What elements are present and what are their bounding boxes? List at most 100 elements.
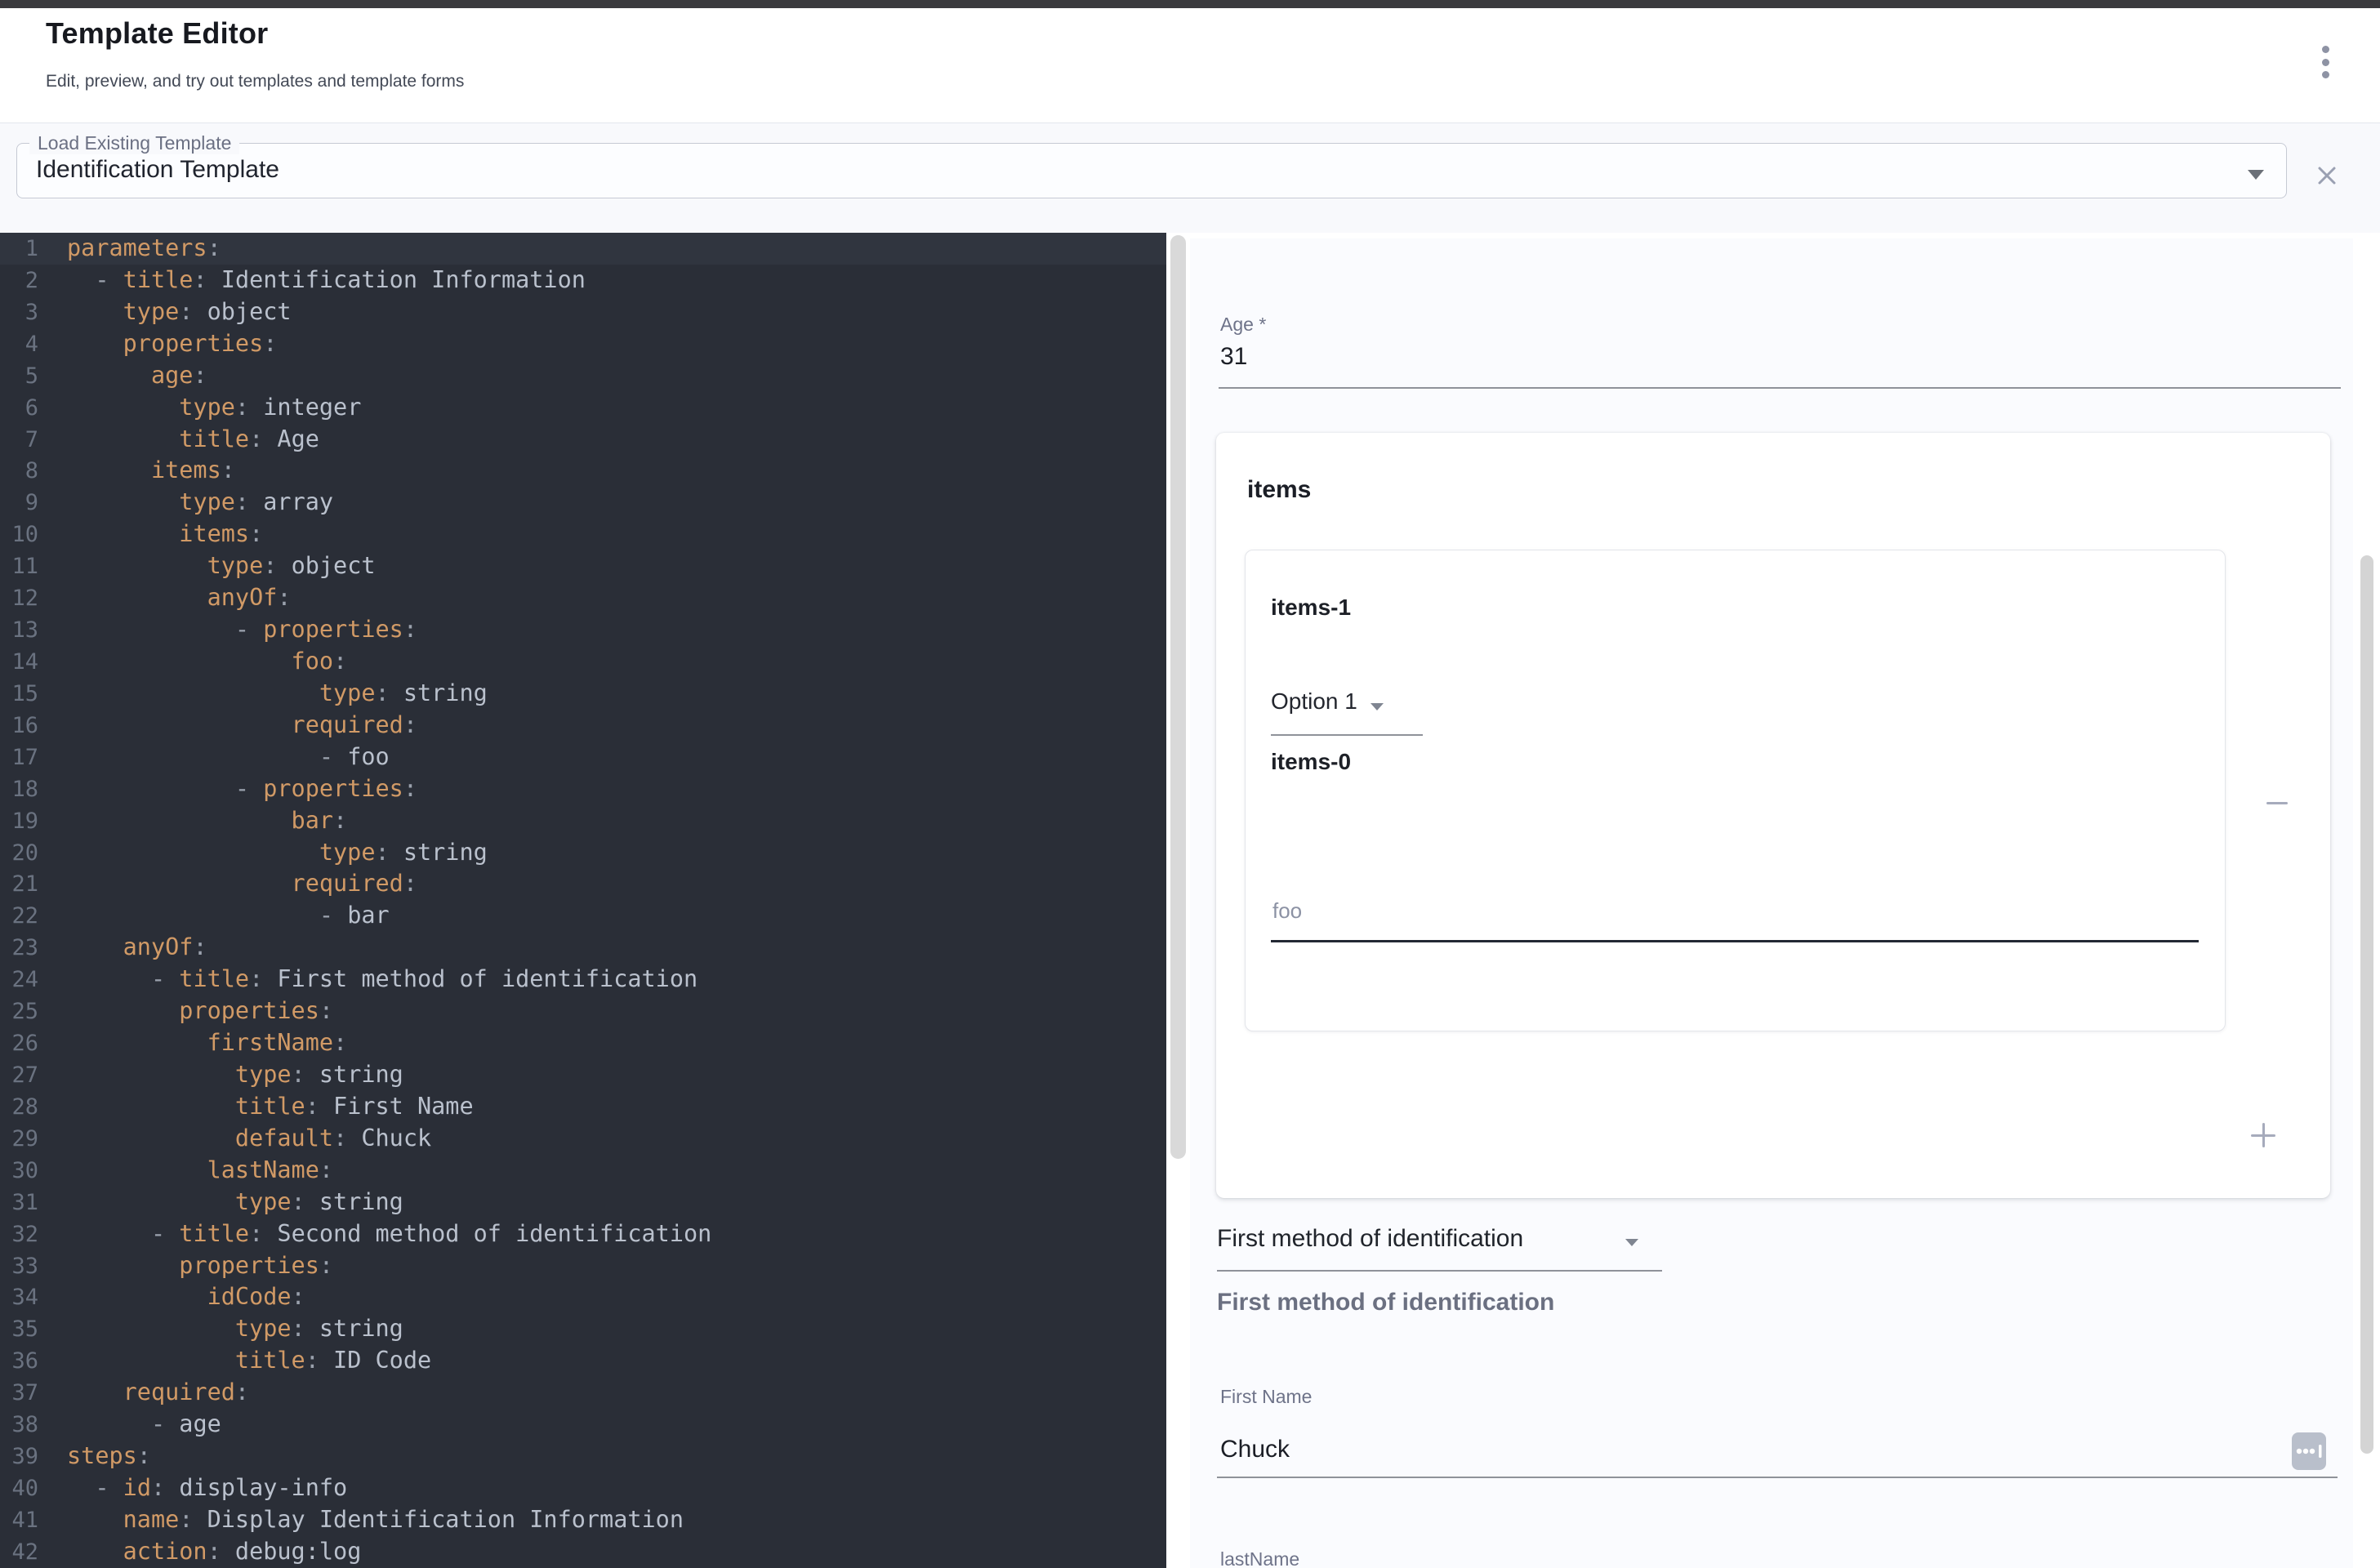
line-number: 29	[0, 1124, 38, 1156]
line-number: 5	[0, 361, 38, 393]
editor-line[interactable]: 41 name: Display Identification Informat…	[0, 1504, 1166, 1536]
last-name-label: lastName	[1220, 1548, 1299, 1568]
editor-line[interactable]: 7 title: Age	[0, 424, 1166, 456]
more-options-button[interactable]	[2314, 46, 2337, 78]
age-input[interactable]	[1220, 343, 1792, 371]
line-number: 4	[0, 329, 38, 361]
editor-line[interactable]: 19 bar:	[0, 805, 1166, 837]
editor-line[interactable]: 28 title: First Name	[0, 1091, 1166, 1123]
editor-line[interactable]: 14 foo:	[0, 646, 1166, 678]
minus-icon	[2266, 802, 2288, 804]
editor-line[interactable]: 38 - age	[0, 1409, 1166, 1441]
editor-line[interactable]: 30 lastName:	[0, 1155, 1166, 1187]
editor-line[interactable]: 2 - title: Identification Information	[0, 265, 1166, 296]
add-item-button[interactable]	[2242, 1114, 2284, 1156]
editor-line[interactable]: 8 items:	[0, 455, 1166, 487]
option-select[interactable]: Option 1	[1271, 688, 1357, 715]
editor-line[interactable]: 25 properties:	[0, 996, 1166, 1027]
line-number: 34	[0, 1282, 38, 1314]
line-number: 25	[0, 996, 38, 1028]
line-number: 3	[0, 297, 38, 329]
editor-line[interactable]: 29 default: Chuck	[0, 1123, 1166, 1155]
first-name-label: First Name	[1220, 1386, 1312, 1408]
editor-line[interactable]: 21 required:	[0, 868, 1166, 900]
editor-line[interactable]: 40 - id: display-info	[0, 1472, 1166, 1504]
clear-template-button[interactable]	[2313, 162, 2341, 189]
method-section-heading: First method of identification	[1217, 1289, 1554, 1316]
line-number: 11	[0, 551, 38, 583]
editor-line[interactable]: 5 age:	[0, 360, 1166, 392]
line-number: 10	[0, 519, 38, 551]
first-name-input[interactable]	[1220, 1436, 2200, 1463]
editor-line[interactable]: 17 - foo	[0, 742, 1166, 773]
editor-line[interactable]: 26 firstName:	[0, 1027, 1166, 1059]
editor-line[interactable]: 20 type: string	[0, 837, 1166, 869]
editor-line[interactable]: 18 - properties:	[0, 773, 1166, 805]
editor-line[interactable]: 27 type: string	[0, 1059, 1166, 1091]
age-underline	[1219, 387, 2341, 389]
editor-line[interactable]: 16 required:	[0, 710, 1166, 742]
line-number: 7	[0, 425, 38, 457]
editor-line[interactable]: 4 properties:	[0, 328, 1166, 360]
line-number: 26	[0, 1028, 38, 1060]
line-number: 16	[0, 710, 38, 742]
editor-line[interactable]: 11 type: object	[0, 550, 1166, 582]
identification-method-select[interactable]: First method of identification	[1217, 1225, 1523, 1253]
line-number: 9	[0, 488, 38, 519]
editor-line[interactable]: 13 - properties:	[0, 614, 1166, 646]
editor-scrollbar[interactable]	[1170, 235, 1186, 1159]
editor-line[interactable]: 36 title: ID Code	[0, 1345, 1166, 1377]
first-name-underline	[1217, 1477, 2338, 1478]
load-template-label: Load Existing Template	[29, 132, 239, 154]
editor-line[interactable]: 6 type: integer	[0, 392, 1166, 424]
line-number: 2	[0, 265, 38, 297]
caret-down-icon	[1371, 703, 1384, 710]
editor-line[interactable]: 35 type: string	[0, 1313, 1166, 1345]
line-number: 35	[0, 1314, 38, 1346]
editor-line[interactable]: 33 properties:	[0, 1250, 1166, 1282]
editor-line[interactable]: 34 idCode:	[0, 1281, 1166, 1313]
line-number: 21	[0, 869, 38, 901]
line-number: 6	[0, 393, 38, 425]
editor-line[interactable]: 15 type: string	[0, 678, 1166, 710]
age-field-label: Age *	[1220, 314, 1266, 336]
line-number: 12	[0, 583, 38, 615]
items-section-title: items	[1247, 476, 1311, 504]
page-subtitle: Edit, preview, and try out templates and…	[46, 72, 464, 91]
code-editor[interactable]: 1parameters:2 - title: Identification In…	[0, 233, 1166, 1568]
editor-line[interactable]: 39steps:	[0, 1441, 1166, 1472]
editor-line[interactable]: 31 type: string	[0, 1187, 1166, 1218]
line-number: 28	[0, 1092, 38, 1124]
line-number: 23	[0, 933, 38, 964]
autofill-icon[interactable]	[2292, 1432, 2326, 1474]
editor-line[interactable]: 32 - title: Second method of identificat…	[0, 1218, 1166, 1250]
editor-line[interactable]: 1parameters:	[0, 233, 1166, 265]
editor-line[interactable]: 22 - bar	[0, 900, 1166, 932]
remove-item-button[interactable]	[2256, 782, 2298, 824]
caret-down-icon	[1625, 1239, 1638, 1246]
editor-line[interactable]: 23 anyOf:	[0, 932, 1166, 964]
plus-icon	[2262, 1123, 2265, 1147]
line-number: 19	[0, 806, 38, 838]
editor-line[interactable]: 24 - title: First method of identificati…	[0, 964, 1166, 996]
line-number: 24	[0, 964, 38, 996]
load-template-value: Identification Template	[36, 156, 279, 184]
line-number: 38	[0, 1410, 38, 1441]
editor-line[interactable]: 10 items:	[0, 519, 1166, 550]
close-icon	[2313, 162, 2341, 189]
editor-line[interactable]: 37 required:	[0, 1377, 1166, 1409]
editor-line[interactable]: 9 type: array	[0, 487, 1166, 519]
line-number: 18	[0, 774, 38, 806]
page-scrollbar[interactable]	[2360, 555, 2373, 1454]
line-number: 31	[0, 1187, 38, 1219]
items-1-title: items-1	[1271, 595, 1351, 621]
foo-input[interactable]	[1272, 898, 2171, 924]
items-1-card	[1245, 550, 2226, 1031]
editor-line[interactable]: 3 type: object	[0, 296, 1166, 328]
line-number: 20	[0, 838, 38, 870]
load-template-select[interactable]	[16, 143, 2287, 198]
editor-line[interactable]: 12 anyOf:	[0, 582, 1166, 614]
editor-line[interactable]: 42 action: debug:log	[0, 1536, 1166, 1568]
line-number: 14	[0, 647, 38, 679]
line-number: 17	[0, 742, 38, 774]
